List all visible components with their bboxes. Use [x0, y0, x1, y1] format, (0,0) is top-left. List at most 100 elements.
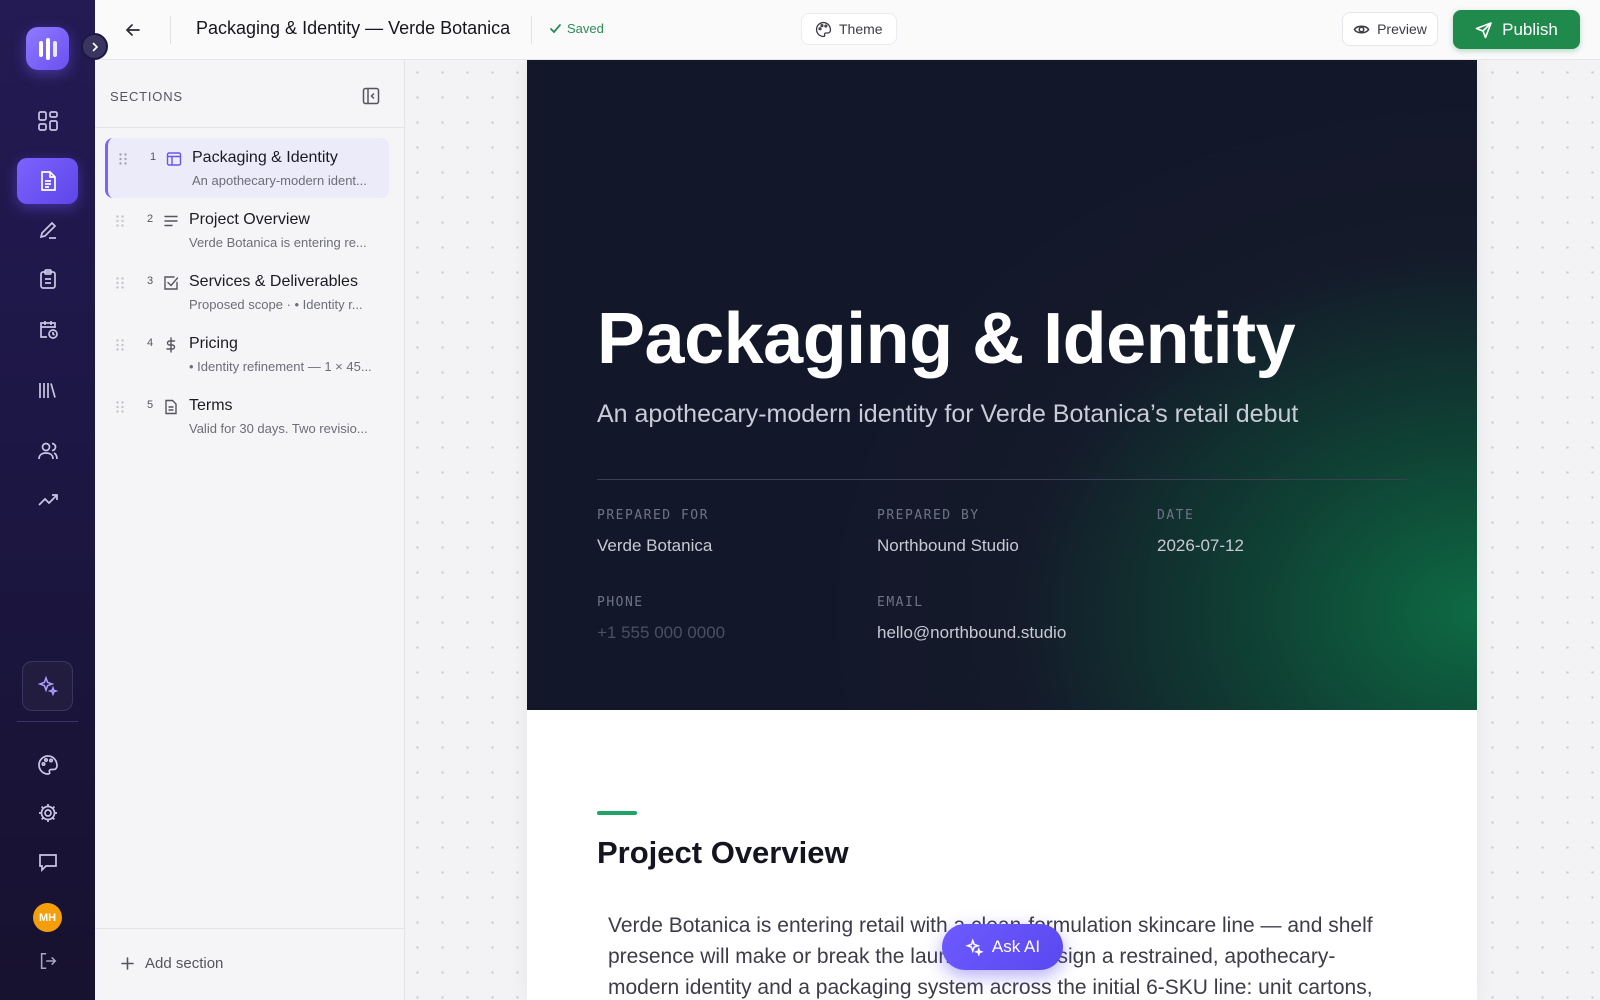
logout-button[interactable] — [17, 937, 78, 985]
panel-collapse-icon — [362, 87, 380, 105]
prepared-for-label: PREPARED FOR — [597, 508, 709, 523]
rail-divider — [17, 721, 78, 722]
palette-icon — [37, 755, 58, 775]
checkbox-icon — [164, 276, 179, 290]
document-title[interactable]: Packaging & Identity — Verde Botanica — [196, 18, 510, 39]
section-item-packaging-identity[interactable]: 1 Packaging & Identity An apothecary-mod… — [105, 138, 389, 198]
section-item-terms[interactable]: 5 Terms Valid for 30 days. Two revisio..… — [105, 386, 389, 446]
date-value: 2026-07-12 — [1157, 536, 1244, 555]
drag-handle-icon[interactable] — [115, 276, 125, 290]
nav-tasks[interactable] — [17, 256, 78, 302]
ask-ai-label: Ask AI — [991, 937, 1041, 956]
topbar-divider — [531, 16, 532, 44]
file-icon — [165, 399, 177, 415]
add-section-button[interactable]: Add section — [121, 955, 223, 972]
drag-handle-icon[interactable] — [115, 338, 125, 352]
chevron-right-icon — [92, 42, 98, 51]
nav-edit[interactable] — [17, 207, 78, 253]
top-bar: Packaging & Identity — Verde Botanica Sa… — [95, 0, 1600, 60]
nav-library[interactable] — [17, 367, 78, 413]
nav-schedule[interactable] — [17, 306, 78, 352]
email-field[interactable]: EMAIL hello@northbound.studio — [877, 595, 1066, 643]
cover-title[interactable]: Packaging & Identity — [597, 298, 1296, 380]
phone-value: +1 555 000 0000 — [597, 623, 726, 642]
nav-clients[interactable] — [17, 428, 78, 474]
phone-label: PHONE — [597, 595, 644, 610]
cover-divider — [597, 479, 1407, 480]
nav-dashboard[interactable] — [17, 98, 78, 144]
check-icon — [550, 24, 561, 34]
sections-header: SECTIONS — [110, 89, 183, 104]
publish-button[interactable]: Publish — [1453, 10, 1580, 49]
preview-label: Preview — [1377, 21, 1427, 37]
calendar-clock-icon — [39, 321, 58, 339]
logout-icon — [40, 952, 56, 970]
nav-theme[interactable] — [17, 742, 78, 788]
logo-icon — [38, 37, 57, 60]
pen-icon — [39, 221, 56, 239]
drag-handle-icon[interactable] — [115, 400, 125, 414]
section-subtitle: Valid for 30 days. Two revisio... — [189, 421, 368, 436]
drag-handle-icon[interactable] — [115, 214, 125, 228]
sections-panel: SECTIONS 1 Packaging & Identity An apoth… — [95, 60, 405, 1000]
section-item-project-overview[interactable]: 2 Project Overview Verde Botanica is ent… — [105, 200, 389, 260]
theme-label: Theme — [839, 21, 883, 37]
palette-icon — [815, 21, 832, 37]
theme-button[interactable]: Theme — [801, 13, 897, 45]
app-logo[interactable] — [26, 27, 69, 70]
editor-canvas[interactable]: Packaging & Identity An apothecary-moder… — [405, 60, 1600, 1000]
arrow-left-icon — [125, 24, 140, 36]
section-item-pricing[interactable]: 4 Pricing • Identity refinement — 1 × 45… — [105, 324, 389, 384]
section-subtitle: An apothecary-modern ident... — [192, 173, 367, 188]
user-avatar[interactable]: MH — [33, 903, 62, 932]
ask-ai-button[interactable]: Ask AI — [942, 924, 1063, 970]
sparkles-icon — [965, 937, 984, 957]
date-label: DATE — [1157, 508, 1195, 523]
prepared-by-field[interactable]: PREPARED BY Northbound Studio — [877, 508, 1019, 556]
layout-icon — [166, 152, 182, 166]
section-number: 2 — [147, 213, 154, 225]
section-number: 4 — [147, 337, 154, 349]
back-button[interactable] — [119, 16, 147, 44]
send-icon — [1475, 21, 1492, 38]
document-icon — [40, 171, 56, 191]
nav-settings[interactable] — [17, 790, 78, 836]
topbar-divider — [170, 16, 171, 44]
ai-assistant-button[interactable] — [22, 661, 73, 711]
section-subtitle: Proposed scope · • Identity r... — [189, 297, 363, 312]
clipboard-icon — [39, 269, 56, 289]
overview-heading[interactable]: Project Overview — [597, 835, 849, 871]
settings-icon — [38, 804, 57, 822]
section-number: 3 — [147, 275, 154, 287]
saved-label: Saved — [567, 21, 604, 36]
add-section-label: Add section — [145, 955, 224, 972]
cover-section[interactable]: Packaging & Identity An apothecary-moder… — [527, 60, 1477, 710]
cover-subtitle[interactable]: An apothecary-modern identity for Verde … — [597, 400, 1298, 429]
sections-header-divider — [95, 127, 405, 128]
section-item-services-deliverables[interactable]: 3 Services & Deliverables Proposed scope… — [105, 262, 389, 322]
preview-button[interactable]: Preview — [1342, 12, 1438, 46]
collapse-panel-button[interactable] — [361, 86, 381, 106]
proposal-document: Packaging & Identity An apothecary-moder… — [527, 60, 1477, 1000]
sparkles-icon — [37, 675, 58, 697]
grid-icon — [37, 111, 58, 131]
prepared-for-field[interactable]: PREPARED FOR Verde Botanica — [597, 508, 712, 556]
users-icon — [37, 442, 58, 460]
prepared-for-value: Verde Botanica — [597, 536, 713, 555]
nav-analytics[interactable] — [17, 477, 78, 523]
app-rail: MH — [0, 0, 108, 1000]
trending-up-icon — [37, 494, 58, 506]
drag-handle-icon[interactable] — [118, 152, 128, 166]
email-value: hello@northbound.studio — [877, 623, 1067, 642]
phone-field[interactable]: PHONE +1 555 000 0000 — [597, 595, 725, 643]
section-title: Packaging & Identity — [192, 149, 338, 166]
nav-messages[interactable] — [17, 839, 78, 885]
section-subtitle: • Identity refinement — 1 × 45... — [189, 359, 372, 374]
email-label: EMAIL — [877, 595, 924, 610]
nav-documents[interactable] — [17, 158, 78, 204]
expand-rail-button[interactable] — [81, 33, 108, 60]
date-field[interactable]: DATE 2026-07-12 — [1157, 508, 1244, 556]
section-accent-bar — [597, 811, 637, 815]
prepared-by-value: Northbound Studio — [877, 536, 1019, 555]
section-title: Project Overview — [189, 211, 310, 228]
